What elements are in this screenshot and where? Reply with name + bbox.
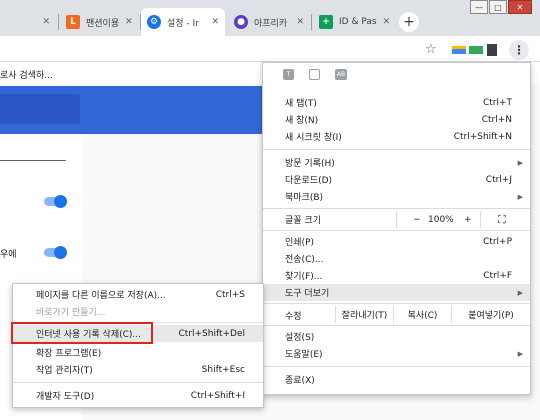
menu-item-new-tab[interactable]: 새 탭(T) Ctrl+T [263,94,530,111]
menu-item-help[interactable]: 도움말(E) ▶ [263,345,530,362]
new-tab-button[interactable]: + [399,12,419,32]
extension-icon[interactable] [309,69,320,80]
menu-item-cast[interactable]: 전송(C)... [263,250,530,267]
highlight-annotation-box [11,322,153,344]
tab-1[interactable]: L 팬션이용 ✕ [60,8,138,36]
bookmark-item[interactable]: 로사 검색하... [0,68,53,81]
menu-item-incognito[interactable]: 새 시크릿 창(I) Ctrl+Shift+N [263,128,530,145]
chevron-right-icon: ▶ [517,288,523,297]
menu-separator [263,149,530,150]
edit-label: 수정 [285,312,302,322]
close-tab-icon[interactable]: ✕ [205,17,219,27]
chevron-right-icon: ▶ [517,192,523,201]
tab-0[interactable]: ✕ [0,8,56,36]
gear-icon: ⚙ [147,15,161,29]
tab-settings[interactable]: ⚙ 설정 - Ir ✕ [141,8,225,36]
tab-4[interactable]: + ID & Pas ✕ [313,8,395,36]
zoom-out-button[interactable]: − [413,215,421,225]
submenu-item-extensions[interactable]: 확장 프로그램(E) [13,344,263,361]
settings-search-input[interactable] [0,94,80,124]
tab-title: 아프리카 [254,18,288,29]
cut-button[interactable]: 잘라내기(T) [335,306,393,323]
close-tab-icon[interactable]: ✕ [377,17,391,27]
chevron-right-icon: ▶ [517,349,523,358]
submenu-item-save-page[interactable]: 페이지를 다른 이름으로 저장(A)... Ctrl+S [13,286,263,303]
minimize-button[interactable]: — [470,0,488,14]
submenu-item-developer-tools[interactable]: 개발자 도구(D) Ctrl+Shift+I [13,387,263,404]
tab-title: ID & Pas [339,17,377,27]
menu-item-settings[interactable]: 설정(S) [263,328,530,345]
copy-button[interactable]: 복사(C) [393,306,451,323]
zoom-in-button[interactable]: + [464,215,472,225]
zoom-control: − 100% + ⛶ [396,211,530,228]
menu-item-new-window[interactable]: 새 창(N) Ctrl+N [263,111,530,128]
close-tab-icon[interactable]: ✕ [36,17,50,27]
menu-edit-row: 수정 잘라내기(T) 복사(C) 붙여넣기(P) [263,306,530,323]
menu-item-more-tools[interactable]: 도구 더보기 ▶ [263,284,530,301]
tab-favicon-icon: L [66,15,80,29]
chevron-right-icon: ▶ [517,158,523,167]
toggle-switch[interactable] [44,195,67,208]
close-tab-icon[interactable]: ✕ [119,17,133,27]
fullscreen-icon[interactable]: ⛶ [498,213,506,227]
menu-separator [263,230,530,231]
extension-icon[interactable] [452,46,466,54]
extension-icon[interactable]: AB [335,69,347,80]
menu-item-print[interactable]: 인쇄(P) Ctrl+P [263,233,530,250]
bookmark-star-icon[interactable]: ☆ [425,42,437,57]
maximize-button[interactable]: □ [489,0,507,14]
tab-3[interactable]: ● 아프리카 ✕ [228,8,310,36]
toggle-switch[interactable] [44,246,67,259]
input-underline[interactable] [0,160,66,161]
menu-button[interactable]: ⋮ [509,40,529,60]
tab-separator [311,14,312,30]
zoom-level: 100% [428,214,454,225]
tab-favicon-icon: + [319,15,333,29]
tab-separator [58,14,59,30]
menu-item-history[interactable]: 방문 기록(H) ▶ [263,154,530,171]
menu-separator [13,382,263,383]
window-controls: — □ ✕ [469,0,532,14]
tab-favicon-icon: ● [234,15,248,29]
submenu-item-task-manager[interactable]: 작업 관리자(T) Shift+Esc [13,361,263,378]
tab-title: 팬션이용 [86,18,120,29]
menu-item-find[interactable]: 찾기(F)... Ctrl+F [263,267,530,284]
extension-icon[interactable] [469,46,483,54]
window-close-button[interactable]: ✕ [508,0,532,14]
extension-icon[interactable] [487,44,497,56]
submenu-item-create-shortcut: 바로가기 만들기... [36,308,106,318]
tab-title: 설정 - Ir [167,18,199,29]
menu-extension-row: T AB [283,69,362,80]
menu-separator [263,208,530,209]
setting-label: 우에 [0,250,17,260]
extension-icon[interactable]: T [283,69,294,80]
menu-item-bookmarks[interactable]: 북마크(B) ▶ [263,188,530,205]
menu-separator [263,303,530,304]
close-tab-icon[interactable]: ✕ [290,17,304,27]
paste-button[interactable]: 붙여넣기(P) [451,306,530,323]
menu-separator [263,366,530,367]
menu-item-exit[interactable]: 종료(X) [263,371,530,388]
menu-item-downloads[interactable]: 다운로드(D) Ctrl+J [263,171,530,188]
menu-separator [263,325,530,326]
